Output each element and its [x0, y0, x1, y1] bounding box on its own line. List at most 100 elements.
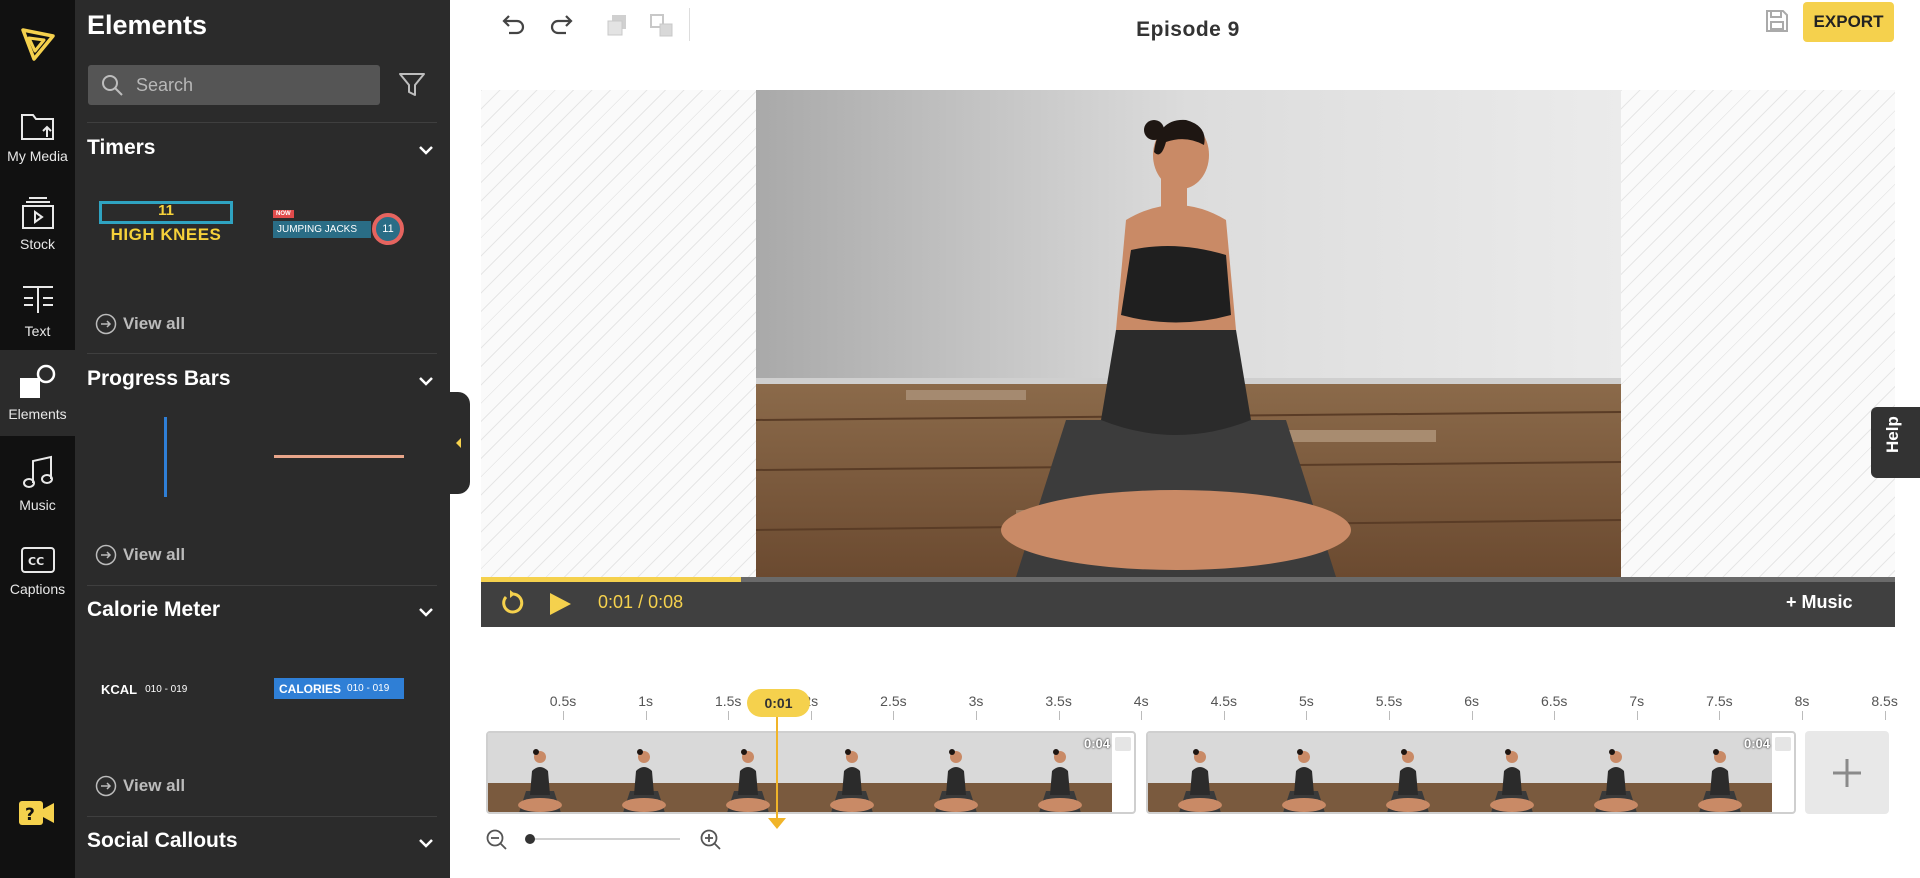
timeline-clip[interactable]: 0:04: [1146, 731, 1796, 814]
view-all-calorie-meter-link[interactable]: View all: [95, 775, 185, 797]
zoom-out-icon[interactable]: [485, 828, 507, 850]
video-preview[interactable]: [756, 90, 1621, 577]
chevron-down-icon[interactable]: [415, 370, 437, 392]
progress-bar-vertical-thumbnail[interactable]: [164, 417, 167, 497]
clip-frame-thumbnail: [488, 733, 592, 812]
app-logo[interactable]: [0, 18, 75, 70]
ruler-tick: [1884, 711, 1886, 720]
project-title[interactable]: Episode 9: [1000, 18, 1376, 42]
ruler-tick: [1554, 711, 1556, 720]
rail-item-label: Stock: [19, 236, 55, 252]
ruler-label: 7s: [1629, 693, 1645, 709]
elements-shapes-icon: [19, 364, 55, 398]
divider: [87, 816, 437, 817]
svg-text:?: ?: [25, 805, 35, 825]
music-note-icon: [22, 455, 53, 488]
view-all-label: View all: [123, 776, 186, 795]
chevron-down-icon[interactable]: [415, 601, 437, 623]
ruler-tick: [1719, 711, 1721, 720]
undo-icon[interactable]: [497, 11, 527, 41]
playhead-time-badge[interactable]: 0:01: [747, 689, 810, 717]
app-logo-icon: [20, 28, 55, 61]
play-icon[interactable]: [546, 590, 574, 618]
ruler-label: 3.5s: [1045, 693, 1072, 709]
zoom-slider-track[interactable]: [530, 838, 680, 840]
save-icon[interactable]: [1764, 8, 1790, 34]
rail-item-my-media[interactable]: My Media: [0, 94, 75, 180]
clip-frames: [1148, 733, 1772, 812]
replay-icon[interactable]: [499, 589, 527, 617]
export-button[interactable]: EXPORT: [1803, 2, 1894, 42]
panel-collapse-handle[interactable]: [448, 392, 470, 494]
plus-icon: [1833, 759, 1861, 787]
ruler-tick: [1471, 711, 1473, 720]
panel-title: Elements: [87, 10, 208, 40]
search-input[interactable]: [136, 74, 356, 96]
text-icon: [22, 286, 53, 313]
help-label: Help: [1883, 416, 1902, 453]
clip-frame-thumbnail: [696, 733, 800, 812]
closed-captions-icon: CC: [20, 547, 55, 573]
zoom-in-icon[interactable]: [699, 828, 721, 850]
ruler-label: 4s: [1133, 693, 1149, 709]
rail-item-stock[interactable]: Stock: [0, 181, 75, 267]
timer-text: HIGH KNEES: [110, 225, 222, 244]
bring-forward-icon[interactable]: [603, 11, 633, 41]
ruler-tick: [645, 711, 647, 720]
player-controls: [481, 577, 1895, 627]
send-backward-icon[interactable]: [647, 11, 677, 41]
add-music-button[interactable]: + Music: [1786, 592, 1853, 613]
ruler-label: 5.5s: [1375, 693, 1403, 709]
clip-frame-thumbnail: [800, 733, 904, 812]
playhead-arrow[interactable]: [768, 818, 786, 829]
add-clip-button[interactable]: [1805, 731, 1889, 814]
calorie-meter-kcal-thumbnail[interactable]: KCAL 010 - 019: [101, 682, 187, 697]
timer-thumbnail-jumping-jacks[interactable]: NOW JUMPING JACKS 11: [273, 210, 408, 246]
help-video-button[interactable]: ?: [18, 798, 58, 838]
timer-bar-label: JUMPING JACKS: [273, 221, 371, 238]
view-all-timers-link[interactable]: View all: [95, 313, 185, 335]
view-all-progress-bars-link[interactable]: View all: [95, 544, 185, 566]
rail-item-elements[interactable]: Elements: [0, 350, 75, 436]
chevron-down-icon[interactable]: [415, 139, 437, 161]
arrow-circle-right-icon: [95, 775, 117, 797]
left-rail: My Media Stock Text Elements Music CC Ca…: [0, 0, 75, 878]
rail-item-captions[interactable]: CC Captions: [0, 528, 75, 614]
chevron-down-icon[interactable]: [415, 832, 437, 854]
ruler-label: 0.5s: [549, 693, 577, 709]
clip-frame-thumbnail: [1564, 733, 1668, 812]
rail-item-music[interactable]: Music: [0, 441, 75, 527]
yoga-photo: [756, 90, 1621, 577]
clip-frame-thumbnail: [1148, 733, 1252, 812]
help-camera-icon: ?: [19, 801, 54, 825]
playhead-line[interactable]: [776, 716, 778, 822]
ruler-label: 5s: [1298, 693, 1314, 709]
folder-upload-icon: [20, 114, 54, 140]
redo-icon[interactable]: [548, 11, 578, 41]
ruler-tick: [1058, 711, 1060, 720]
progress-bar-horizontal-thumbnail[interactable]: [274, 455, 404, 458]
timer-circle-number: 11: [372, 213, 404, 245]
search-icon: [102, 75, 123, 96]
image-icon: [1115, 737, 1131, 751]
search-box[interactable]: [88, 65, 380, 105]
ruler-tick: [563, 711, 564, 720]
rail-item-text[interactable]: Text: [0, 268, 75, 354]
section-title-progress-bars: Progress Bars: [87, 367, 231, 390]
filter-icon[interactable]: [397, 70, 427, 100]
ruler-tick: [1223, 711, 1225, 720]
timer-thumbnail-high-knees[interactable]: 11 HIGH KNEES: [99, 201, 233, 249]
clip-frame-thumbnail: [904, 733, 1008, 812]
video-progress-bar[interactable]: [481, 577, 1895, 582]
zoom-slider-handle[interactable]: [525, 834, 535, 844]
view-all-label: View all: [123, 545, 186, 564]
svg-text:CC: CC: [28, 555, 44, 568]
clip-frame-thumbnail: [1252, 733, 1356, 812]
calorie-meter-calories-thumbnail[interactable]: CALORIES 010 - 019: [274, 678, 404, 699]
timeline-clip[interactable]: 0:04: [486, 731, 1136, 814]
rail-item-label: My Media: [7, 148, 68, 164]
calorie-range: 010 - 019: [145, 684, 188, 695]
stock-video-icon: [21, 197, 54, 229]
ruler-label: 6s: [1464, 693, 1479, 709]
help-tab[interactable]: Help: [1871, 407, 1920, 478]
